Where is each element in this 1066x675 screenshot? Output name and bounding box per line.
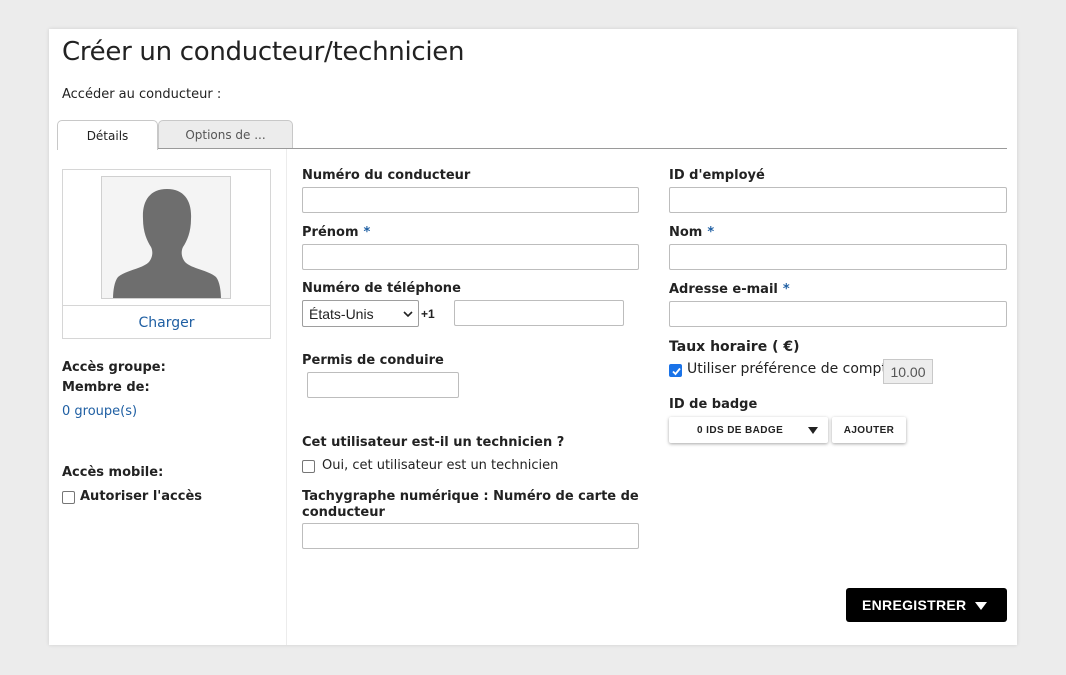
save-button[interactable]: ENREGISTRER xyxy=(846,588,1007,622)
first-name-label: Prénom * xyxy=(302,225,371,240)
tachograph-label: Tachygraphe numérique : Numéro de carte … xyxy=(302,489,639,520)
phone-label: Numéro de téléphone xyxy=(302,281,461,296)
caret-down-icon xyxy=(808,427,818,434)
email-label: Adresse e-mail * xyxy=(669,282,790,297)
badge-ids-dropdown-label: 0 IDS DE BADGE xyxy=(697,424,784,436)
upload-photo-link[interactable]: Charger xyxy=(63,315,270,331)
hourly-rate-label: Taux horaire ( €) xyxy=(669,339,800,355)
tab-options[interactable]: Options de ... xyxy=(158,120,293,149)
technician-checkbox[interactable] xyxy=(302,460,315,473)
email-input[interactable] xyxy=(669,301,1007,327)
country-select[interactable]: États-Unis xyxy=(302,300,419,327)
person-silhouette-icon xyxy=(113,189,221,298)
tab-bar-divider xyxy=(57,148,1007,149)
use-account-pref-label: Utiliser préférence de compte xyxy=(687,361,896,377)
license-label: Permis de conduire xyxy=(302,353,444,368)
badge-id-label: ID de badge xyxy=(669,397,758,412)
add-badge-button[interactable]: AJOUTER xyxy=(832,417,906,443)
allow-access-checkbox[interactable] xyxy=(62,491,75,504)
driver-number-input[interactable] xyxy=(302,187,639,213)
mobile-access-label: Accès mobile: xyxy=(62,465,164,480)
page-title: Créer un conducteur/technicien xyxy=(62,37,465,67)
employee-id-input[interactable] xyxy=(669,187,1007,213)
chevron-down-icon xyxy=(403,311,413,318)
badge-ids-dropdown[interactable]: 0 IDS DE BADGE xyxy=(669,417,828,443)
create-driver-panel: Créer un conducteur/technicien Accéder a… xyxy=(49,29,1017,645)
use-account-pref-checkbox[interactable] xyxy=(669,364,682,377)
dial-code: +1 xyxy=(421,307,435,321)
caret-down-icon xyxy=(975,602,987,610)
allow-access-label: Autoriser l'accès xyxy=(80,489,202,504)
first-name-input[interactable] xyxy=(302,244,639,270)
required-marker: * xyxy=(782,282,790,297)
hourly-rate-input[interactable]: 10.00 xyxy=(883,359,933,384)
avatar xyxy=(101,176,231,299)
technician-checkbox-label: Oui, cet utilisateur est un technicien xyxy=(322,458,559,473)
group-access-label: Accès groupe: xyxy=(62,360,166,375)
member-of-label: Membre de: xyxy=(62,380,150,395)
save-button-label: ENREGISTRER xyxy=(862,597,967,613)
tab-details[interactable]: Détails xyxy=(57,120,158,150)
last-name-label: Nom * xyxy=(669,225,715,240)
last-name-input[interactable] xyxy=(669,244,1007,270)
photo-box: Charger xyxy=(62,169,271,339)
groups-link[interactable]: 0 groupe(s) xyxy=(62,404,137,419)
access-driver-label: Accéder au conducteur : xyxy=(62,87,222,102)
photo-divider xyxy=(63,305,270,306)
required-marker: * xyxy=(707,225,715,240)
phone-input[interactable] xyxy=(454,300,624,326)
required-marker: * xyxy=(363,225,371,240)
driver-number-label: Numéro du conducteur xyxy=(302,168,471,183)
tachograph-card-input[interactable] xyxy=(302,523,639,549)
checkmark-icon xyxy=(672,367,681,376)
employee-id-label: ID d'employé xyxy=(669,168,765,183)
license-input[interactable] xyxy=(307,372,459,398)
country-select-value: États-Unis xyxy=(309,305,374,322)
technician-question: Cet utilisateur est-il un technicien ? xyxy=(302,435,565,450)
column-divider xyxy=(286,149,287,645)
